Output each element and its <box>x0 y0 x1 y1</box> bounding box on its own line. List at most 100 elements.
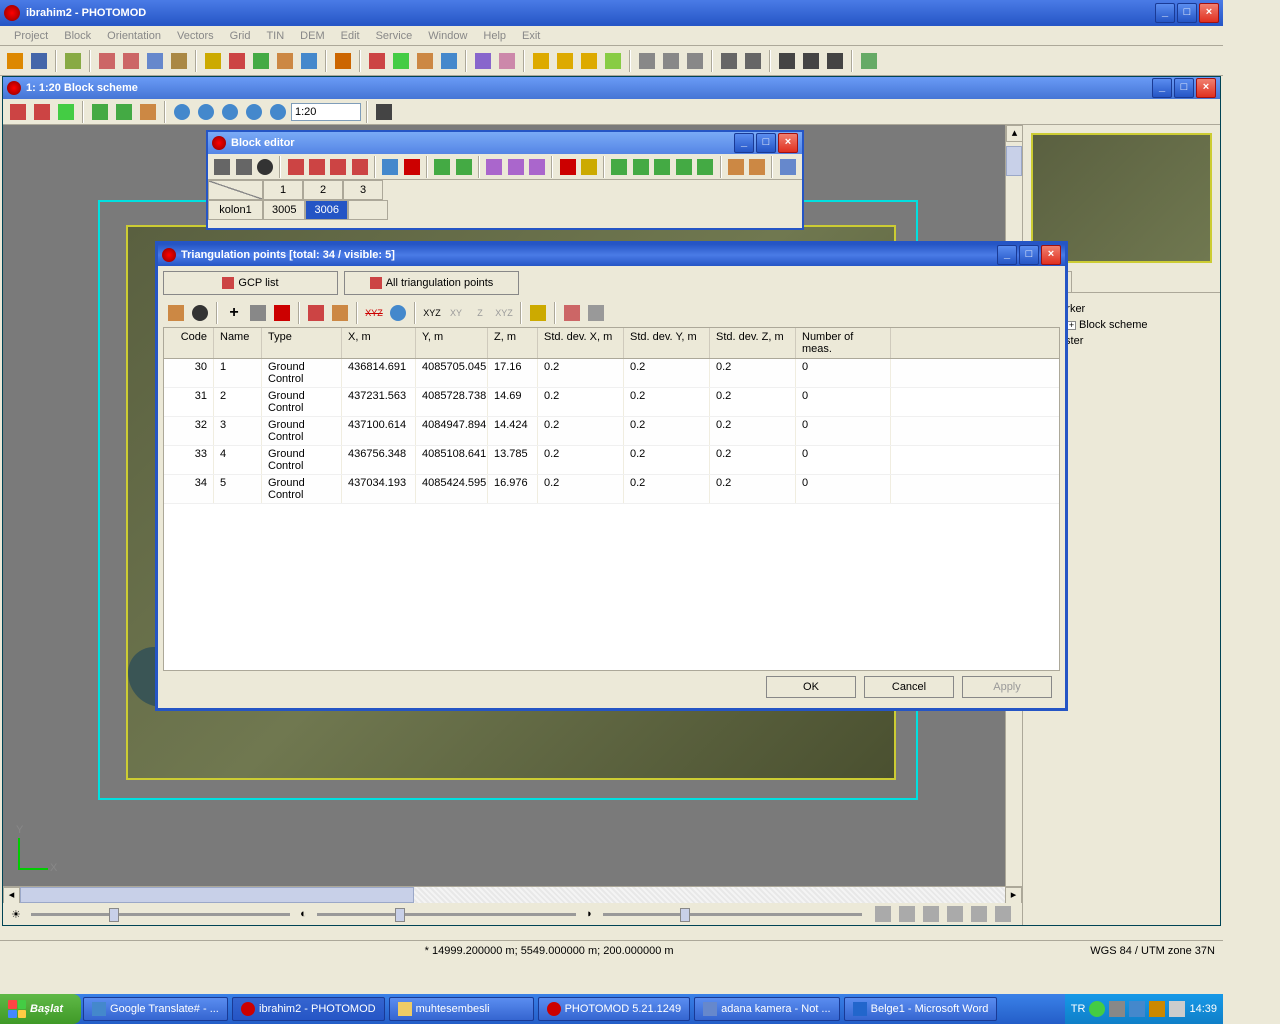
tool-icon[interactable] <box>527 156 547 178</box>
tool-icon[interactable] <box>438 50 460 72</box>
view-mode-icon[interactable] <box>920 903 942 925</box>
tool-icon[interactable] <box>484 156 504 178</box>
tool-icon[interactable] <box>800 50 822 72</box>
col-header[interactable]: 3 <box>343 180 383 200</box>
close-button[interactable]: × <box>1199 3 1219 23</box>
tool-icon[interactable] <box>202 50 224 72</box>
tool-icon[interactable] <box>472 50 494 72</box>
tool-icon[interactable] <box>307 156 327 178</box>
taskbar-item[interactable]: PHOTOMOD 5.21.1249 <box>538 997 691 1021</box>
grid-cell[interactable] <box>348 200 388 220</box>
add-icon[interactable]: + <box>223 302 245 324</box>
tool-icon[interactable] <box>631 156 651 178</box>
block-editor-titlebar[interactable]: Block editor _ □ × <box>208 132 802 154</box>
tool-icon[interactable] <box>858 50 880 72</box>
th-nm[interactable]: Number of meas. <box>796 328 891 358</box>
menu-exit[interactable]: Exit <box>514 28 548 43</box>
taskbar-item[interactable]: Belge1 - Microsoft Word <box>844 997 998 1021</box>
redo-icon[interactable] <box>660 50 682 72</box>
grid-cell-selected[interactable]: 3006 <box>305 200 347 220</box>
table-row[interactable]: 334Ground Control436756.3484085108.64113… <box>164 446 1059 475</box>
main-titlebar[interactable]: ibrahim2 - PHOTOMOD _ □ × <box>0 0 1223 26</box>
tool-icon[interactable] <box>96 50 118 72</box>
cancel-button[interactable]: Cancel <box>864 676 954 698</box>
search-icon[interactable] <box>255 156 275 178</box>
z-label-icon[interactable]: Z <box>469 302 491 324</box>
tray-icon[interactable] <box>1149 1001 1165 1017</box>
table-row[interactable]: 301Ground Control436814.6914085705.04517… <box>164 359 1059 388</box>
tool-icon[interactable] <box>350 156 370 178</box>
menu-edit[interactable]: Edit <box>333 28 368 43</box>
zoom-icon[interactable] <box>243 101 265 123</box>
gamma-slider[interactable] <box>603 913 862 916</box>
taskbar-item[interactable]: ibrahim2 - PHOTOMOD <box>232 997 385 1021</box>
close-button[interactable]: × <box>1041 245 1061 265</box>
tool-icon[interactable] <box>554 50 576 72</box>
tool-icon[interactable] <box>165 302 187 324</box>
th-name[interactable]: Name <box>214 328 262 358</box>
tool-icon[interactable] <box>776 50 798 72</box>
tool-icon[interactable] <box>527 302 549 324</box>
tool-icon[interactable] <box>747 156 767 178</box>
tool-icon[interactable] <box>726 156 746 178</box>
tab-gcp-list[interactable]: GCP list <box>163 271 338 295</box>
menu-window[interactable]: Window <box>420 28 475 43</box>
maximize-button[interactable]: □ <box>1019 245 1039 265</box>
zoom-fit-icon[interactable] <box>219 101 241 123</box>
tool-icon[interactable] <box>233 156 253 178</box>
th-code[interactable]: Code <box>164 328 214 358</box>
minimize-button[interactable]: _ <box>1152 78 1172 98</box>
xyz2-label-icon[interactable]: XYZ <box>493 302 515 324</box>
menu-orientation[interactable]: Orientation <box>99 28 169 43</box>
delete-icon[interactable] <box>557 156 577 178</box>
tool-icon[interactable] <box>578 50 600 72</box>
minimize-button[interactable]: _ <box>734 133 754 153</box>
search-icon[interactable] <box>189 302 211 324</box>
tool-icon[interactable] <box>380 156 400 178</box>
tool-icon[interactable] <box>305 302 327 324</box>
menu-project[interactable]: Project <box>6 28 56 43</box>
xyz-icon[interactable]: XYZ <box>363 302 385 324</box>
tool-icon[interactable] <box>250 50 272 72</box>
table-row[interactable]: 323Ground Control437100.6144084947.89414… <box>164 417 1059 446</box>
tool-icon[interactable] <box>579 156 599 178</box>
taskbar-item[interactable]: muhtesembesli <box>389 997 534 1021</box>
delete-icon[interactable] <box>402 156 422 178</box>
tool-icon[interactable] <box>89 101 111 123</box>
tool-icon[interactable] <box>561 302 583 324</box>
tool-icon[interactable] <box>414 50 436 72</box>
tab-all-triangulation[interactable]: All triangulation points <box>344 271 519 295</box>
contrast-slider[interactable] <box>317 913 576 916</box>
tool-icon[interactable] <box>328 156 348 178</box>
table-row[interactable]: 312Ground Control437231.5634085728.73814… <box>164 388 1059 417</box>
xy-label-icon[interactable]: XY <box>445 302 467 324</box>
tool-icon[interactable] <box>144 50 166 72</box>
minimize-button[interactable]: _ <box>1155 3 1175 23</box>
tool-icon[interactable] <box>137 101 159 123</box>
close-button[interactable]: × <box>1196 78 1216 98</box>
tray-icon[interactable] <box>1089 1001 1105 1017</box>
close-button[interactable]: × <box>778 133 798 153</box>
th-z[interactable]: Z, m <box>488 328 538 358</box>
tool-icon[interactable] <box>674 156 694 178</box>
taskbar-item[interactable]: adana kamera - Not ... <box>694 997 839 1021</box>
tool-icon[interactable] <box>454 156 474 178</box>
zoom-out-icon[interactable] <box>195 101 217 123</box>
zoom-in-icon[interactable] <box>171 101 193 123</box>
tool-icon[interactable] <box>298 50 320 72</box>
expand-icon[interactable]: + <box>1067 321 1076 330</box>
apply-button[interactable]: Apply <box>962 676 1052 698</box>
view-mode-icon[interactable] <box>968 903 990 925</box>
language-indicator[interactable]: TR <box>1071 1003 1086 1015</box>
menu-grid[interactable]: Grid <box>222 28 259 43</box>
tool-icon[interactable] <box>366 50 388 72</box>
tool-icon[interactable] <box>62 50 84 72</box>
menu-dem[interactable]: DEM <box>292 28 332 43</box>
system-tray[interactable]: TR 14:39 <box>1065 994 1223 1024</box>
tool-icon[interactable] <box>226 50 248 72</box>
view-mode-icon[interactable] <box>872 903 894 925</box>
maximize-button[interactable]: □ <box>1174 78 1194 98</box>
tool-icon[interactable] <box>602 50 624 72</box>
tool-icon[interactable] <box>695 156 715 178</box>
th-sx[interactable]: Std. dev. X, m <box>538 328 624 358</box>
